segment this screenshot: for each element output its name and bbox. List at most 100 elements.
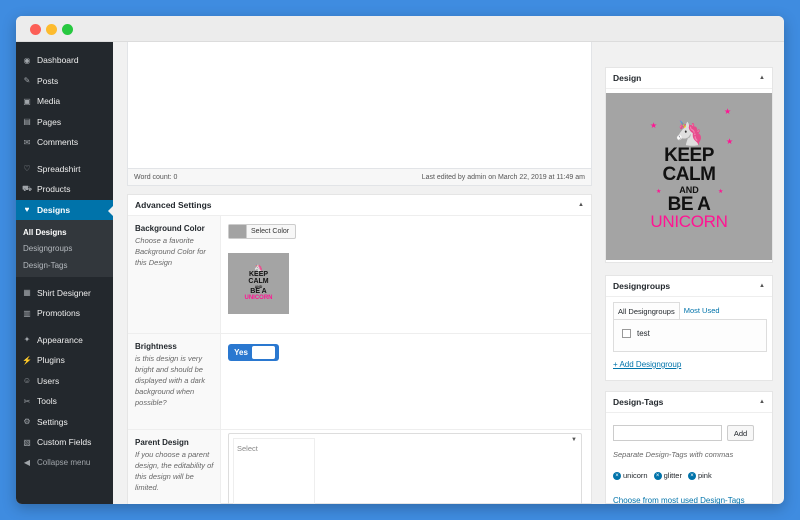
media-icon: ▣	[23, 96, 31, 106]
tag-item: × glitter	[653, 471, 682, 480]
collapse-caret-icon[interactable]: ▲	[578, 202, 584, 208]
designgroup-checkbox[interactable]	[622, 329, 631, 338]
plugins-icon: ⚡	[22, 355, 32, 365]
sidebar-item-pages[interactable]: ▤ Pages	[16, 112, 113, 133]
select-color-button[interactable]: Select Color	[228, 224, 296, 239]
select-color-label: Select Color	[251, 228, 290, 235]
sidebar-item-label: Shirt Designer	[37, 287, 91, 298]
dashboard-icon: ◉	[23, 55, 31, 65]
cart-icon: ⛟	[21, 184, 33, 194]
choose-tags-link[interactable]: Choose from most used Design-Tags	[613, 496, 745, 504]
parent-design-desc: If you choose a parent design, the edita…	[135, 450, 214, 492]
design-line1: KEEP	[664, 145, 714, 167]
star-icon: ★	[724, 107, 732, 116]
sidebar-item-spreadshirt[interactable]: ♡ Spreadshirt	[16, 159, 113, 180]
tag-label: pink	[697, 471, 712, 480]
remove-tag-icon[interactable]: ×	[687, 471, 696, 480]
sidebar-item-appearance[interactable]: ✦ Appearance	[16, 330, 113, 351]
sidebar-item-label: Comments	[37, 137, 79, 148]
pages-icon: ▤	[23, 117, 31, 127]
tools-icon: ✂	[23, 396, 31, 406]
close-window-button[interactable]	[30, 24, 41, 35]
designs-icon: ♥	[24, 205, 30, 215]
add-tag-button[interactable]: Add	[727, 425, 754, 441]
design-tags-title: Design-Tags	[613, 397, 664, 407]
sidebar-item-dashboard[interactable]: ◉ Dashboard	[16, 50, 113, 71]
dropdown-caret-icon: ▼	[571, 437, 577, 443]
sidebar-item-label: Dashboard	[37, 55, 79, 66]
design-tags-header[interactable]: Design-Tags ▲	[606, 392, 772, 413]
sidebar-item-settings[interactable]: ⚙ Settings	[16, 412, 113, 433]
design-line5: UNICORN	[650, 212, 728, 232]
submenu-all-designs[interactable]: All Designs	[16, 224, 113, 241]
submenu-design-tags[interactable]: Design-Tags	[16, 257, 113, 274]
sidebar-item-media[interactable]: ▣ Media	[16, 91, 113, 112]
parent-design-select[interactable]: Select ▼	[228, 433, 582, 504]
star-icon: ★	[718, 189, 724, 195]
star-icon: ★	[726, 137, 734, 146]
advanced-settings-box: Advanced Settings ▲ Background Color Cho…	[127, 194, 592, 504]
collapse-caret-icon[interactable]: ▲	[759, 399, 765, 405]
sidebar-item-label: Pages	[37, 116, 62, 127]
sidebar-item-shirt-designer[interactable]: ▦ Shirt Designer	[16, 283, 113, 304]
designgroup-label: test	[637, 329, 650, 338]
promotions-icon: ▥	[23, 308, 31, 318]
submenu-designgroups[interactable]: Designgroups	[16, 241, 113, 258]
comments-icon: ✉	[23, 137, 31, 147]
parent-design-label: Parent Design	[135, 438, 189, 447]
brightness-toggle[interactable]: Yes	[228, 344, 279, 361]
sidebar-item-users[interactable]: ☺ Users	[16, 371, 113, 392]
sidebar-item-designs[interactable]: ♥ Designs	[16, 199, 113, 220]
sidebar-item-plugins[interactable]: ⚡ Plugins	[16, 350, 113, 371]
advanced-settings-title: Advanced Settings	[135, 200, 212, 210]
tags-hint: Separate Design-Tags with commas	[613, 450, 734, 459]
heart-icon: ♡	[23, 164, 31, 174]
designgroups-list: test	[613, 319, 767, 352]
new-tag-input[interactable]	[613, 425, 722, 441]
parent-design-row: Parent Design If you choose a parent des…	[128, 430, 591, 504]
brightness-label: Brightness	[135, 342, 177, 351]
maximize-window-button[interactable]	[62, 24, 73, 35]
star-icon: ★	[650, 121, 658, 130]
designgroups-box: Designgroups ▲ All Designgroups Most Use…	[605, 275, 773, 381]
tab-all-designgroups[interactable]: All Designgroups	[613, 302, 680, 319]
sidebar-item-custom-fields[interactable]: ▧ Custom Fields	[16, 432, 113, 453]
editor-status-bar: Word count: 0 Last edited by admin on Ma…	[128, 168, 591, 185]
tag-list: × unicorn × glitter × pink	[613, 471, 718, 480]
design-box: Design ▲ ★ ★ ★ ★ ★ 🦄 KEEP CALM AND BE A …	[605, 67, 773, 263]
sidebar-item-promotions[interactable]: ▥ Promotions	[16, 303, 113, 324]
appearance-icon: ✦	[23, 335, 31, 345]
design-box-header[interactable]: Design ▲	[606, 68, 772, 89]
minimize-window-button[interactable]	[46, 24, 57, 35]
sidebar-item-label: Appearance	[37, 334, 83, 345]
designgroups-header[interactable]: Designgroups ▲	[606, 276, 772, 297]
thumb-line5: UNICORN	[244, 294, 273, 301]
tab-most-used[interactable]: Most Used	[680, 302, 724, 319]
add-designgroup-link[interactable]: + Add Designgroup	[613, 360, 681, 369]
sidebar-item-comments[interactable]: ✉ Comments	[16, 132, 113, 153]
last-edited: Last edited by admin on March 22, 2019 a…	[421, 173, 585, 181]
brightness-desc: is this design is very bright and should…	[135, 354, 206, 407]
settings-icon: ⚙	[23, 417, 31, 427]
collapse-menu-button[interactable]: ◀ Collapse menu	[16, 453, 113, 474]
remove-tag-icon[interactable]: ×	[613, 471, 621, 480]
sidebar-item-label: Plugins	[37, 355, 65, 366]
word-count: Word count: 0	[134, 173, 178, 181]
tag-item: × pink	[687, 471, 712, 480]
brightness-row: Brightness is this design is very bright…	[128, 334, 591, 430]
sidebar-item-tools[interactable]: ✂ Tools	[16, 391, 113, 412]
sidebar-item-label: Posts	[37, 75, 59, 86]
sidebar-item-posts[interactable]: ✎ Posts	[16, 71, 113, 92]
remove-tag-icon[interactable]: ×	[653, 471, 662, 480]
designgroups-title: Designgroups	[613, 281, 671, 291]
sidebar-item-products[interactable]: ⛟ Products	[16, 179, 113, 200]
content-editor[interactable]: Word count: 0 Last edited by admin on Ma…	[127, 42, 592, 186]
advanced-settings-header[interactable]: Advanced Settings ▲	[128, 195, 591, 216]
sidebar-item-label: Settings	[37, 416, 68, 427]
parent-design-placeholder: Select	[233, 438, 315, 504]
collapse-caret-icon[interactable]: ▲	[759, 283, 765, 289]
tag-label: unicorn	[623, 471, 648, 480]
design-box-title: Design	[613, 73, 642, 83]
title-bar	[16, 16, 784, 42]
collapse-caret-icon[interactable]: ▲	[759, 75, 765, 81]
